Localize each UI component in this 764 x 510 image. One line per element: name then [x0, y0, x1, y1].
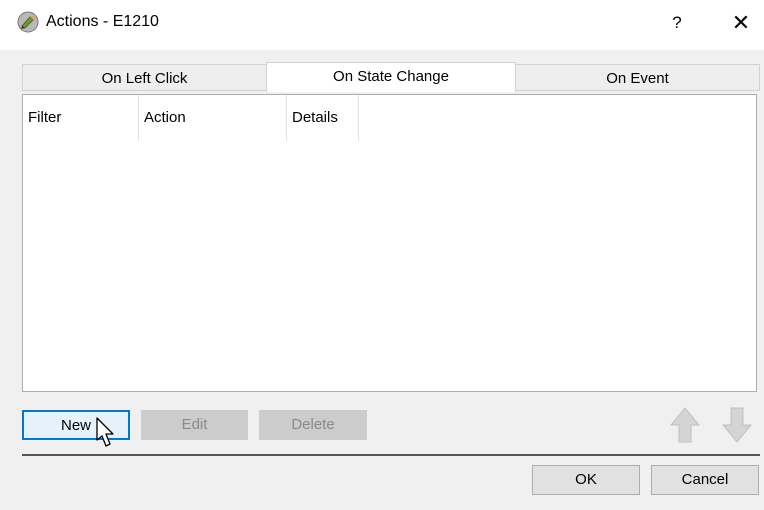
actions-table[interactable]: Filter Action Details — [22, 94, 757, 392]
arrow-up-icon[interactable] — [668, 405, 702, 445]
delete-button[interactable]: Delete — [259, 410, 367, 440]
tab-on-left-click[interactable]: On Left Click — [22, 64, 267, 91]
tab-bar: On Left Click On State Change On Event — [22, 62, 760, 93]
cancel-button[interactable]: Cancel — [651, 465, 759, 495]
column-header-details[interactable]: Details — [287, 95, 359, 141]
edit-button[interactable]: Edit — [141, 410, 248, 440]
tab-on-event[interactable]: On Event — [515, 64, 760, 91]
table-header: Filter Action Details — [23, 95, 756, 141]
tab-on-state-change[interactable]: On State Change — [266, 62, 516, 92]
title-bar: Actions - E1210 ? ✕ — [0, 0, 764, 50]
close-button[interactable]: ✕ — [727, 8, 755, 38]
column-header-action[interactable]: Action — [139, 95, 287, 141]
pencil-icon — [17, 11, 39, 33]
close-icon: ✕ — [731, 10, 751, 35]
arrow-down-icon[interactable] — [720, 405, 754, 445]
ok-button[interactable]: OK — [532, 465, 640, 495]
column-header-filter[interactable]: Filter — [23, 95, 139, 141]
window-title: Actions - E1210 — [46, 13, 159, 30]
help-button[interactable]: ? — [664, 8, 690, 38]
mouse-pointer-icon — [96, 417, 114, 447]
separator-line — [22, 454, 760, 456]
